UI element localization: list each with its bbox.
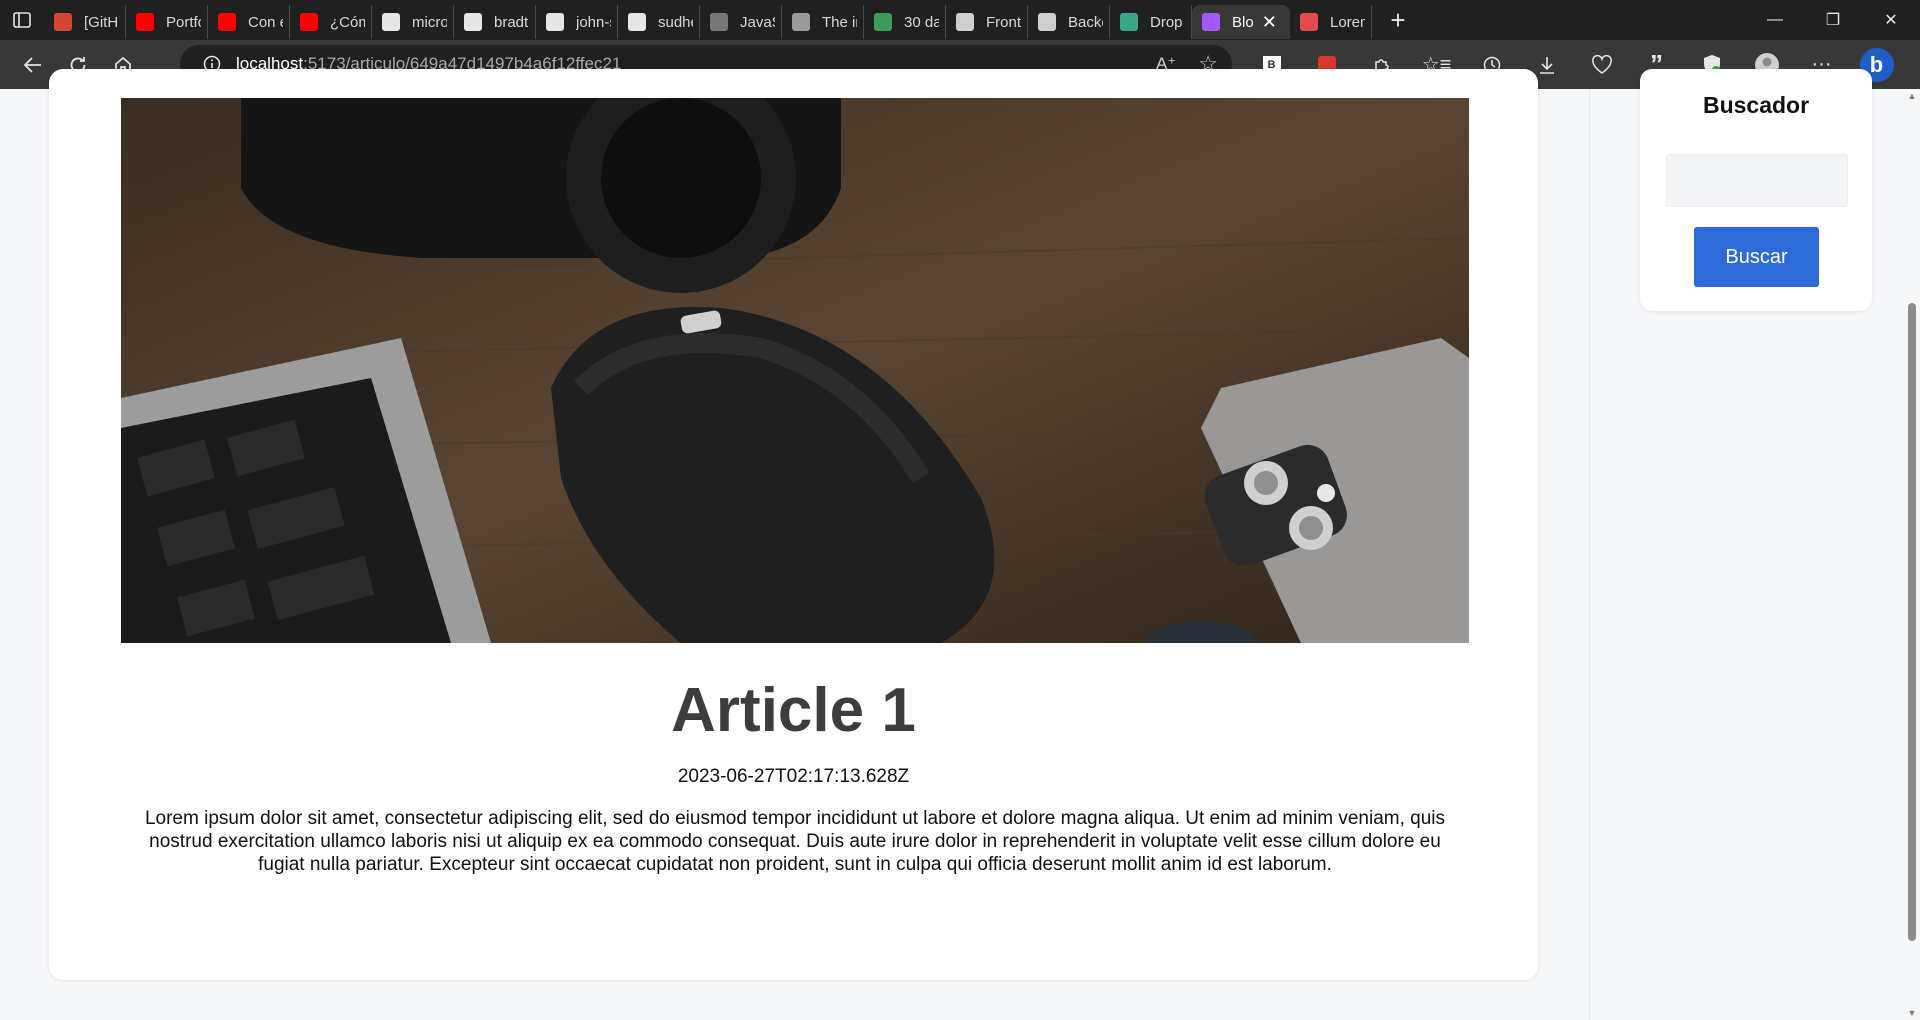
n-icon — [874, 13, 892, 31]
search-button[interactable]: Buscar — [1694, 227, 1819, 287]
tab-title: bradtrav — [494, 13, 529, 31]
drop-icon — [1120, 13, 1138, 31]
github-icon — [546, 13, 564, 31]
browser-tab[interactable]: Backenc — [1028, 5, 1110, 39]
tab-title: [GitHub — [84, 13, 119, 31]
browser-tab[interactable]: bradtrav — [454, 5, 536, 39]
tab-title: microso — [412, 13, 447, 31]
tab-title: sudheer — [658, 13, 693, 31]
tab-title: Drop | N — [1150, 13, 1185, 31]
window-controls: — ❐ ✕ — [1746, 0, 1920, 40]
github-icon — [382, 13, 400, 31]
tab-list: [GitHub Portfolio Con est ¿Cómo microso bradt… — [44, 0, 1372, 40]
browser-tab[interactable]: Portfolio — [126, 5, 208, 39]
browser-tab[interactable]: Drop | N — [1110, 5, 1192, 39]
search-input[interactable] — [1666, 154, 1848, 207]
github-icon — [628, 13, 646, 31]
scroll-up-icon[interactable]: ▲ — [1907, 91, 1917, 101]
article-card: Article 1 2023-06-27T02:17:13.628Z Lorem… — [49, 69, 1538, 980]
new-tab-button[interactable]: + — [1378, 0, 1418, 40]
close-tab-icon[interactable]: ✕ — [1262, 12, 1277, 33]
tab-title: The inte — [822, 13, 857, 31]
gmail-icon — [54, 13, 72, 31]
browser-tab[interactable]: 30 days — [864, 5, 946, 39]
tab-title: Blo — [1232, 13, 1254, 31]
r-icon — [1038, 13, 1056, 31]
article-title: Article 1 — [671, 676, 916, 745]
tab-title: Portfolio — [166, 13, 201, 31]
search-title: Buscador — [1702, 92, 1810, 118]
tab-title: Lorem I — [1330, 13, 1365, 31]
browser-tab[interactable]: sudheer — [618, 5, 700, 39]
scroll-down-icon[interactable]: ▼ — [1907, 1008, 1917, 1018]
r-icon — [956, 13, 974, 31]
browser-tab[interactable]: Con est — [208, 5, 290, 39]
article-date: 2023-06-27T02:17:13.628Z — [677, 766, 910, 787]
browser-tab[interactable]: JavaScri — [700, 5, 782, 39]
tab-title: 30 days — [904, 13, 939, 31]
tab-title: Fronten — [986, 13, 1021, 31]
layout-divider — [1589, 89, 1590, 1020]
article-image — [121, 98, 1469, 643]
scrollbar-thumb[interactable] — [1908, 303, 1916, 941]
browser-essentials-icon[interactable] — [1574, 45, 1629, 85]
search-widget: Buscador Buscar — [1640, 69, 1872, 311]
page-viewport: Article 1 2023-06-27T02:17:13.628Z Lorem… — [0, 69, 1920, 1020]
lorem-icon — [1300, 13, 1318, 31]
browser-tab[interactable]: microso — [372, 5, 454, 39]
tab-strip: [GitHub Portfolio Con est ¿Cómo microso bradt… — [0, 0, 1920, 40]
ui-icon — [792, 13, 810, 31]
youtube-icon — [218, 13, 236, 31]
browser-tab[interactable]: [GitHub — [44, 5, 126, 39]
github-icon — [464, 13, 482, 31]
browser-tab[interactable]: Blo ✕ — [1192, 5, 1290, 39]
tab-actions-menu-icon[interactable] — [0, 0, 44, 40]
browser-tab[interactable]: The inte — [782, 5, 864, 39]
tab-title: JavaScri — [740, 13, 775, 31]
tab-title: ¿Cómo — [330, 13, 365, 31]
minimize-icon[interactable]: — — [1746, 0, 1804, 40]
tab-title: john-sm — [576, 13, 611, 31]
restore-icon[interactable]: ❐ — [1804, 0, 1862, 40]
back-icon[interactable] — [11, 45, 55, 85]
browser-tab[interactable]: john-sm — [536, 5, 618, 39]
browser-tab[interactable]: Lorem I — [1290, 5, 1372, 39]
tab-title: Backenc — [1068, 13, 1103, 31]
vite-icon — [1202, 13, 1220, 31]
30-icon — [710, 13, 728, 31]
browser-tab[interactable]: ¿Cómo — [290, 5, 372, 39]
tab-title: Con est — [248, 13, 283, 31]
vertical-scrollbar[interactable]: ▲ ▼ — [1904, 89, 1920, 1020]
browser-tab[interactable]: Fronten — [946, 5, 1028, 39]
close-window-icon[interactable]: ✕ — [1862, 0, 1920, 40]
article-body: Lorem ipsum dolor sit amet, consectetur … — [144, 808, 1446, 875]
youtube-icon — [136, 13, 154, 31]
youtube-icon — [300, 13, 318, 31]
